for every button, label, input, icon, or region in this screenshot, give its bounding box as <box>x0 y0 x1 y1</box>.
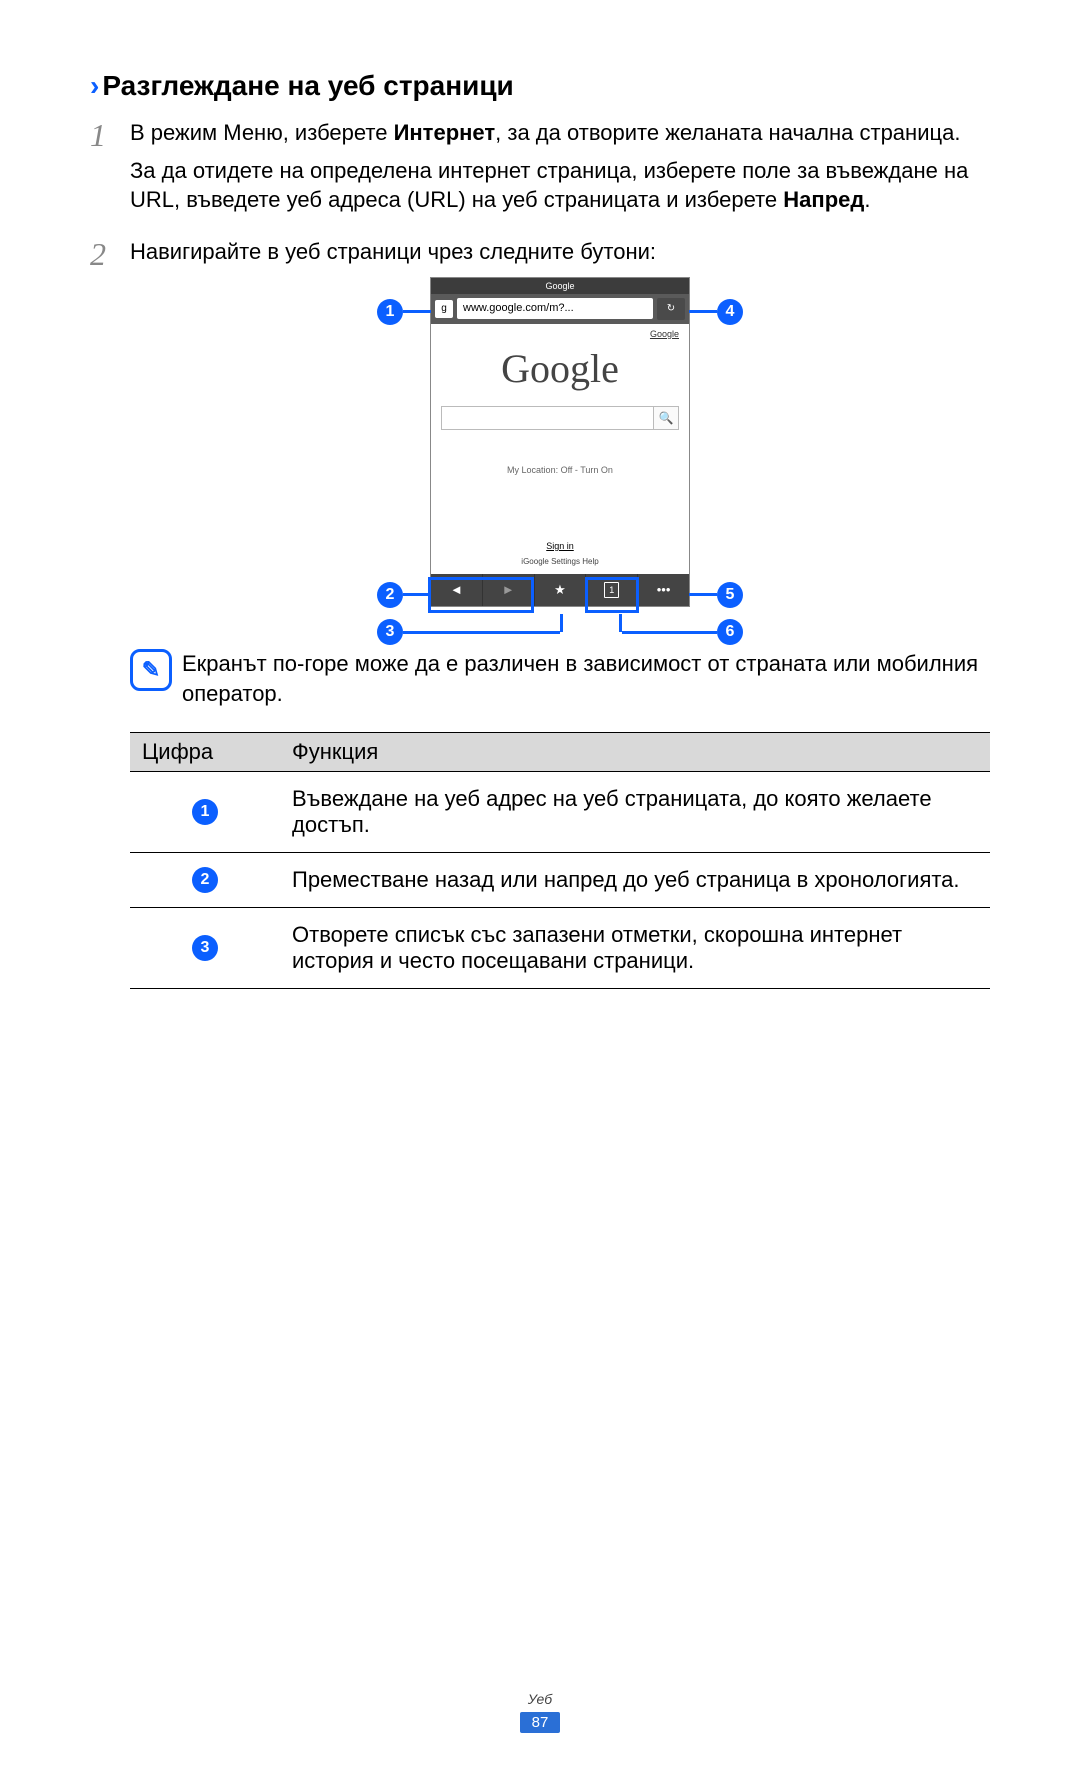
step-2-text: Навигирайте в уеб страници чрез следните… <box>130 237 990 267</box>
callout-6: 6 <box>619 619 743 645</box>
row-function: Преместване назад или напред до уеб стра… <box>280 853 990 908</box>
favicon-icon: g <box>435 300 453 318</box>
row-function: Отворете списък със запазени отметки, ск… <box>280 908 990 989</box>
page-number: 87 <box>520 1712 561 1733</box>
row-number-icon: 3 <box>192 935 218 961</box>
chevron-icon: › <box>90 70 99 102</box>
note-block: ✎ Екранът по-горе може да е различен в з… <box>130 649 990 708</box>
note-icon: ✎ <box>130 649 172 691</box>
phone-url-row: g www.google.com/m?... ↻ <box>431 294 689 324</box>
reload-button[interactable]: ↻ <box>657 298 685 320</box>
search-input[interactable] <box>441 406 653 430</box>
step-1: 1 В режим Меню, изберете Интернет, за да… <box>90 118 990 223</box>
row-number-icon: 2 <box>192 867 218 893</box>
table-row: 1 Въвеждане на уеб адрес на уеб страница… <box>130 772 990 853</box>
google-logo: Google <box>441 342 679 396</box>
row-number-icon: 1 <box>192 799 218 825</box>
table-header-function: Функция <box>280 733 990 772</box>
step-2: 2 Навигирайте в уеб страници чрез следни… <box>90 237 990 635</box>
note-text: Екранът по-горе може да е различен в зав… <box>182 649 990 708</box>
steps-list: 1 В режим Меню, изберете Интернет, за да… <box>90 118 990 635</box>
url-field[interactable]: www.google.com/m?... <box>457 298 653 319</box>
table-row: 2 Преместване назад или напред до уеб ст… <box>130 853 990 908</box>
step-1-line-b: За да отидете на определена интернет стр… <box>130 156 990 215</box>
search-button[interactable]: 🔍 <box>653 406 679 430</box>
page-footer: Уеб 87 <box>0 1691 1080 1733</box>
section-heading: › Разглеждане на уеб страници <box>90 70 990 102</box>
step-number: 1 <box>90 118 130 223</box>
table-row: 3 Отворете списък със запазени отметки, … <box>130 908 990 989</box>
bookmarks-button[interactable]: ★ <box>535 574 587 606</box>
callout-4: 4 <box>689 299 743 325</box>
callout-2: 2 <box>377 582 429 608</box>
sign-in-link[interactable]: Sign in <box>431 540 689 552</box>
callout-3: 3 <box>377 619 563 645</box>
step-1-line-a: В режим Меню, изберете Интернет, за да о… <box>130 118 990 148</box>
highlight-windows <box>585 577 639 613</box>
phone-webview: Google Google 🔍 My Location: Off - Turn … <box>431 324 689 574</box>
function-table: Цифра Функция 1 Въвеждане на уеб адрес н… <box>130 732 990 989</box>
more-button[interactable]: ••• <box>638 574 689 606</box>
highlight-nav <box>428 577 534 613</box>
step-number: 2 <box>90 237 130 635</box>
heading-text: Разглеждане на уеб страници <box>102 70 513 102</box>
phone-illustration: Google g www.google.com/m?... ↻ Google G… <box>395 277 725 607</box>
my-location-text[interactable]: My Location: Off - Turn On <box>441 464 679 476</box>
table-header-number: Цифра <box>130 733 280 772</box>
callout-1: 1 <box>377 299 431 325</box>
phone-titlebar: Google <box>431 278 689 294</box>
bottom-links[interactable]: iGoogle Settings Help <box>431 557 689 568</box>
top-link[interactable]: Google <box>441 328 679 340</box>
callout-5: 5 <box>689 582 743 608</box>
footer-category: Уеб <box>0 1691 1080 1707</box>
row-function: Въвеждане на уеб адрес на уеб страницата… <box>280 772 990 853</box>
